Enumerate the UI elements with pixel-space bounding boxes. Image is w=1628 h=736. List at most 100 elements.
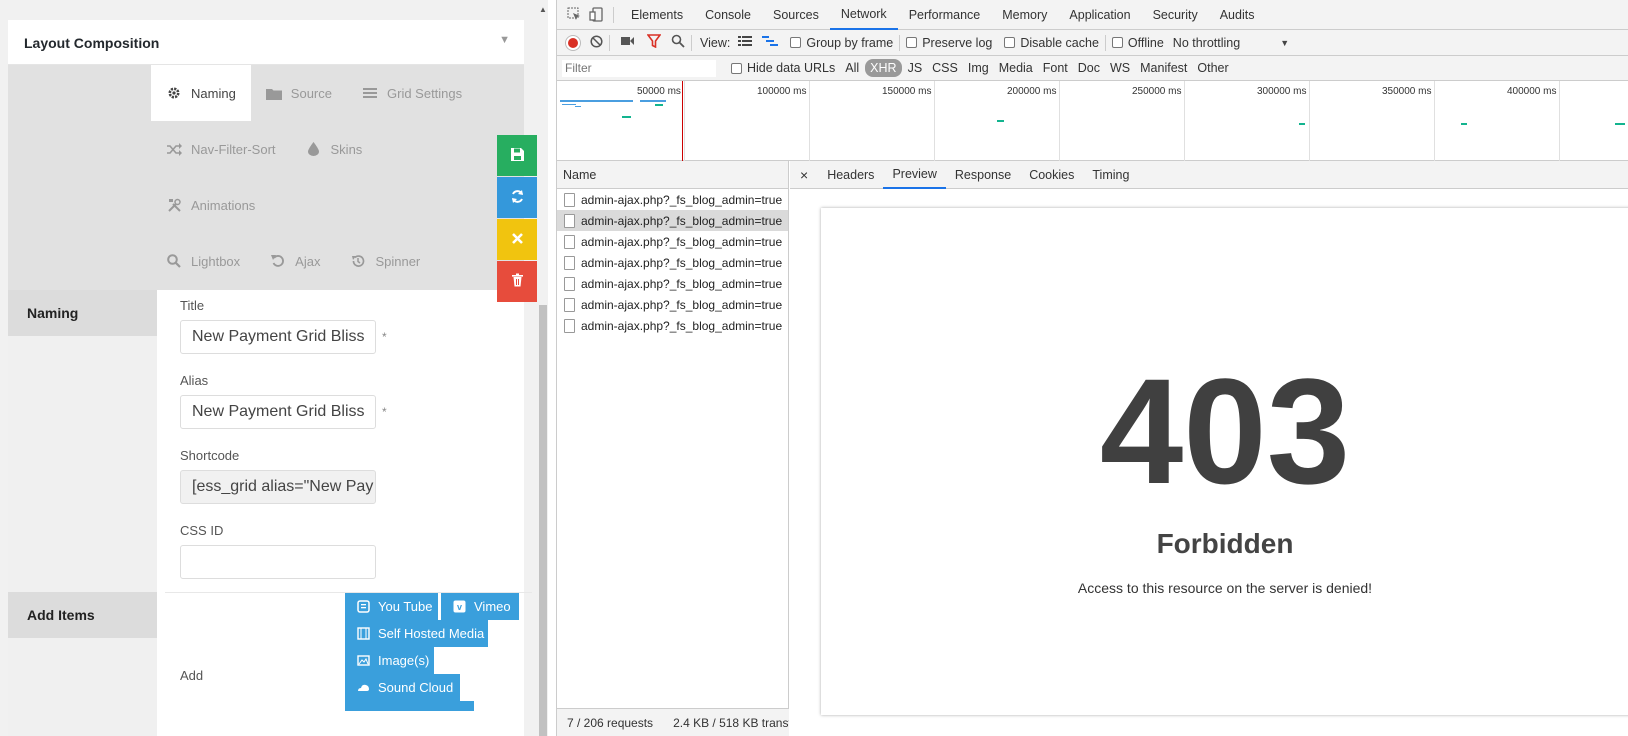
record-icon[interactable] <box>566 35 580 50</box>
delete-button[interactable] <box>497 261 537 302</box>
cssid-input[interactable] <box>180 545 376 579</box>
offline-checkbox[interactable]: Offline <box>1111 36 1164 50</box>
throttling-select[interactable]: No throttling ▼ <box>1173 36 1289 50</box>
filter-type-css[interactable]: CSS <box>928 59 962 77</box>
inspect-element-icon[interactable] <box>563 0 585 30</box>
device-toolbar-icon[interactable] <box>585 0 607 30</box>
filter-type-other[interactable]: Other <box>1193 59 1232 77</box>
tab-label: Spinner <box>375 253 421 269</box>
detail-tab-response[interactable]: Response <box>946 161 1020 189</box>
resource-type-filters: All XHR JS CSS Img Media Font Doc WS Manifest Othe… <box>841 59 1234 77</box>
filter-type-ws[interactable]: WS <box>1106 59 1134 77</box>
add-images-button[interactable]: Image(s) <box>345 647 434 674</box>
refresh-button[interactable] <box>497 177 537 218</box>
timeline-tick: 150000 ms <box>882 81 935 161</box>
close-detail-icon[interactable]: × <box>790 167 818 183</box>
add-more-button[interactable] <box>345 701 474 711</box>
timeline-overview[interactable]: 50000 ms 100000 ms 150000 ms 200000 ms 25000… <box>557 81 1628 161</box>
title-input[interactable]: New Payment Grid Bliss <box>180 320 376 354</box>
devtools-tab-audits[interactable]: Audits <box>1209 0 1266 30</box>
tab-label: Animations <box>191 197 256 213</box>
hide-data-urls-checkbox[interactable]: Hide data URLs <box>731 61 835 75</box>
timeline-tick: 200000 ms <box>1007 81 1060 161</box>
devtools-tab-security[interactable]: Security <box>1142 0 1209 30</box>
filter-type-font[interactable]: Font <box>1039 59 1072 77</box>
add-youtube-button[interactable]: You Tube <box>345 593 438 620</box>
layout-composition-header[interactable]: Layout Composition ▼ <box>8 20 524 65</box>
scrollbar-thumb[interactable] <box>539 305 547 736</box>
filter-type-manifest[interactable]: Manifest <box>1136 59 1191 77</box>
detail-tab-timing[interactable]: Timing <box>1083 161 1138 189</box>
detail-tab-cookies[interactable]: Cookies <box>1020 161 1083 189</box>
trash-icon <box>511 273 524 290</box>
tab-naming[interactable]: Naming <box>151 65 251 121</box>
detail-tab-preview[interactable]: Preview <box>883 161 946 189</box>
filter-type-js[interactable]: JS <box>904 59 927 77</box>
request-row[interactable]: admin-ajax.php?_fs_blog_admin=true <box>557 231 788 252</box>
preserve-log-checkbox[interactable]: Preserve log <box>906 36 992 50</box>
filter-input[interactable] <box>561 58 717 78</box>
timeline-tick: 300000 ms <box>1257 81 1310 161</box>
devtools-tab-application[interactable]: Application <box>1058 0 1141 30</box>
save-button[interactable] <box>497 135 537 176</box>
tab-source[interactable]: Source <box>251 65 347 121</box>
alias-input[interactable]: New Payment Grid Bliss <box>180 395 376 429</box>
essential-grid-panel: Layout Composition ▼ Naming Source Grid Se… <box>0 0 548 736</box>
filter-icon[interactable] <box>646 34 662 51</box>
devtools-tab-memory[interactable]: Memory <box>991 0 1058 30</box>
throttling-value: No throttling <box>1172 35 1241 50</box>
devtools-tab-sources[interactable]: Sources <box>762 0 830 30</box>
filter-type-media[interactable]: Media <box>995 59 1037 77</box>
refresh-icon <box>510 189 525 207</box>
camera-icon[interactable] <box>620 35 635 50</box>
disable-cache-checkbox[interactable]: Disable cache <box>1004 36 1099 50</box>
cancel-button[interactable] <box>497 219 537 260</box>
tab-ajax[interactable]: Ajax <box>255 233 335 289</box>
shortcode-label: Shortcode <box>180 448 240 463</box>
floating-action-bar <box>497 135 537 303</box>
tab-spinner[interactable]: Spinner <box>335 233 435 289</box>
search-icon[interactable] <box>671 34 685 51</box>
button-label: You Tube <box>378 599 433 614</box>
request-row[interactable]: admin-ajax.php?_fs_blog_admin=true <box>557 189 788 210</box>
add-soundcloud-button[interactable]: Sound Cloud <box>345 674 460 701</box>
request-row[interactable]: admin-ajax.php?_fs_blog_admin=true <box>557 210 788 231</box>
clear-icon[interactable] <box>590 34 603 51</box>
scroll-up-arrow-icon[interactable]: ▲ <box>539 5 547 14</box>
devtools-tab-console[interactable]: Console <box>694 0 762 30</box>
shortcode-input[interactable]: [ess_grid alias="New Pay <box>180 470 376 504</box>
request-row[interactable]: admin-ajax.php?_fs_blog_admin=true <box>557 252 788 273</box>
tab-lightbox[interactable]: Lightbox <box>151 233 255 289</box>
devtools-tab-performance[interactable]: Performance <box>898 0 992 30</box>
detail-tab-headers[interactable]: Headers <box>818 161 883 189</box>
timeline-tick: 100000 ms <box>757 81 810 161</box>
name-column-header[interactable]: Name <box>557 161 788 189</box>
request-row[interactable]: admin-ajax.php?_fs_blog_admin=true <box>557 315 788 336</box>
checkbox-label: Group by frame <box>806 35 894 50</box>
filter-type-xhr[interactable]: XHR <box>865 59 902 77</box>
group-by-frame-checkbox[interactable]: Group by frame <box>790 36 893 50</box>
tab-nav-filter-sort[interactable]: Nav-Filter-Sort <box>151 121 291 177</box>
timeline-bar <box>575 106 581 107</box>
request-count: 7 / 206 requests <box>567 715 654 730</box>
request-row[interactable]: admin-ajax.php?_fs_blog_admin=true <box>557 294 788 315</box>
add-self-hosted-media-button[interactable]: Self Hosted Media <box>345 620 488 647</box>
timeline-tick: 350000 ms <box>1382 81 1435 161</box>
tab-animations[interactable]: Animations <box>151 177 270 233</box>
large-rows-icon[interactable] <box>738 35 753 50</box>
request-name: admin-ajax.php?_fs_blog_admin=true <box>581 192 783 207</box>
add-vimeo-button[interactable]: v Vimeo <box>441 593 519 620</box>
request-row[interactable]: admin-ajax.php?_fs_blog_admin=true <box>557 273 788 294</box>
youtube-icon <box>357 600 370 613</box>
devtools-tab-network[interactable]: Network <box>829 0 898 30</box>
waterfall-icon[interactable] <box>762 35 779 50</box>
filter-type-doc[interactable]: Doc <box>1074 59 1104 77</box>
button-label: Sound Cloud <box>378 680 454 695</box>
devtools-tab-elements[interactable]: Elements <box>620 0 694 30</box>
tab-skins[interactable]: Skins <box>291 121 378 177</box>
collapse-toggle-icon[interactable]: ▼ <box>499 34 510 46</box>
filter-type-all[interactable]: All <box>841 59 863 77</box>
tab-grid-settings[interactable]: Grid Settings <box>347 65 477 121</box>
droplet-icon <box>306 141 322 157</box>
filter-type-img[interactable]: Img <box>964 59 993 77</box>
